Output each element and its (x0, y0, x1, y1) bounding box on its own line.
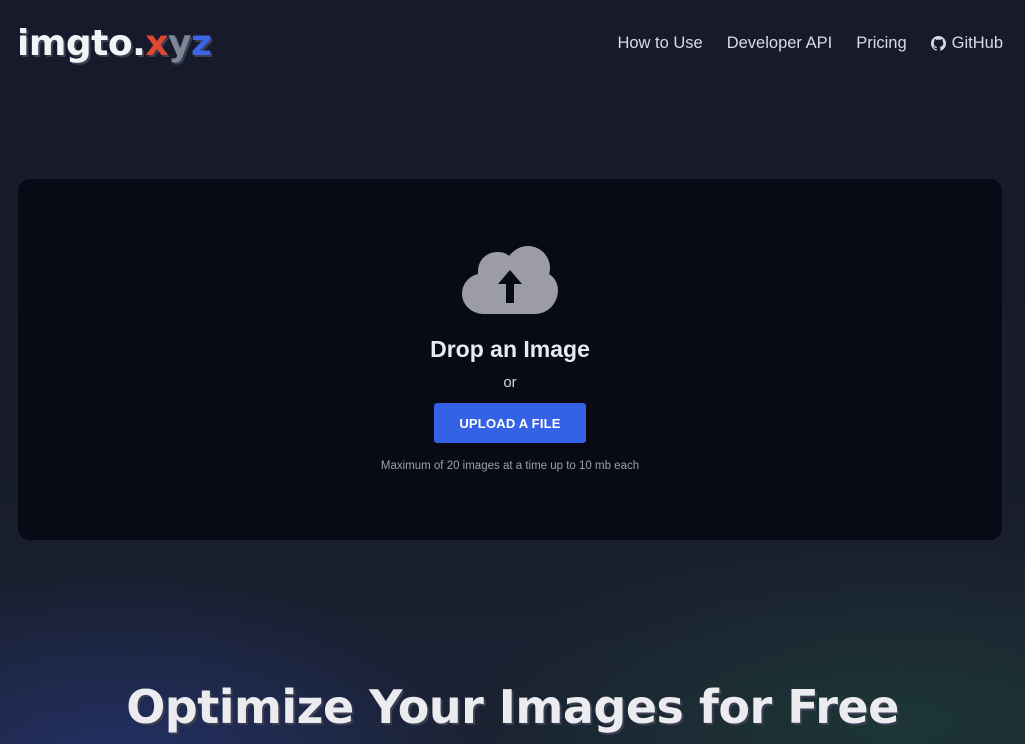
nav-pricing[interactable]: Pricing (856, 34, 906, 53)
logo-letter-x: x (145, 23, 168, 64)
main-nav: How to Use Developer API Pricing GitHub (617, 34, 1003, 53)
hero-title: Optimize Your Images for Free (126, 680, 899, 734)
nav-developer-api[interactable]: Developer API (727, 34, 832, 53)
logo-letter-y: y (167, 23, 191, 64)
cloud-upload-icon (462, 246, 558, 314)
drop-title: Drop an Image (430, 336, 590, 362)
upload-limit-note: Maximum of 20 images at a time up to 10 … (380, 460, 640, 472)
nav-github[interactable]: GitHub (930, 33, 1003, 53)
logo[interactable]: imgto.xyz (17, 23, 212, 64)
logo-letter-z: z (190, 23, 212, 64)
nav-how-to-use[interactable]: How to Use (617, 34, 702, 53)
logo-text-main: imgto. (17, 23, 146, 64)
upload-file-button[interactable]: UPLOAD A FILE (434, 403, 586, 443)
or-separator: or (503, 374, 517, 391)
page: imgto.xyz How to Use Developer API Prici… (0, 0, 1025, 744)
image-dropzone[interactable]: Drop an Image or UPLOAD A FILE Maximum o… (18, 179, 1002, 540)
nav-github-label: GitHub (951, 33, 1003, 52)
github-icon (930, 35, 946, 51)
site-header: imgto.xyz How to Use Developer API Prici… (0, 0, 1025, 92)
